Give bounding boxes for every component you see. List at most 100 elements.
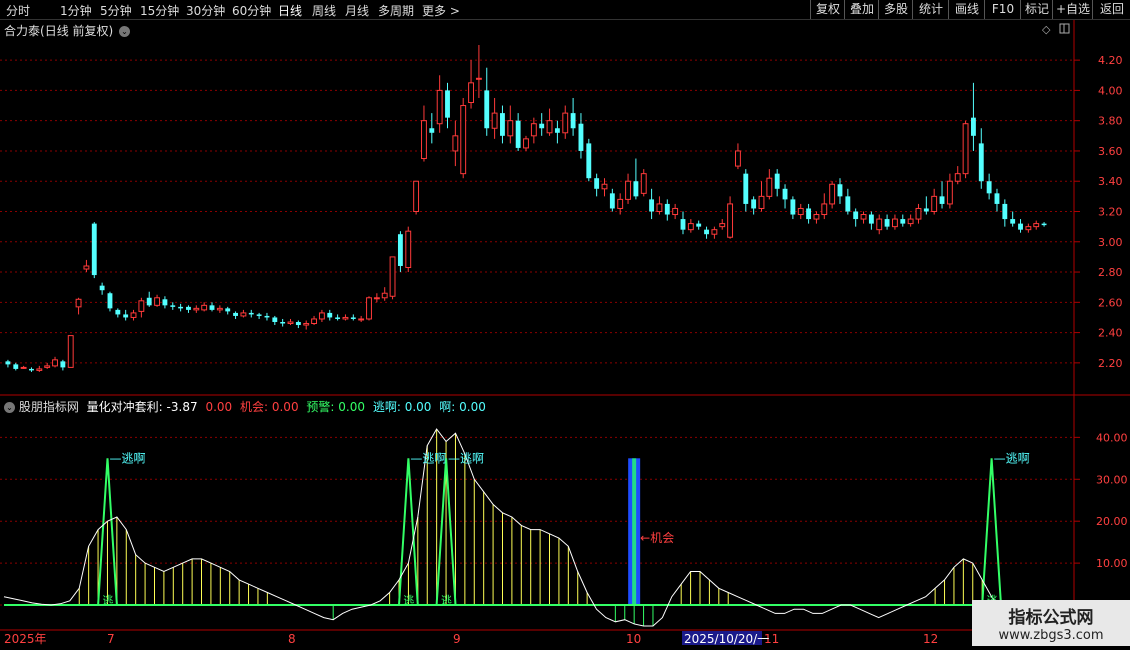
period-tab-weekly[interactable]: 周线 [312,2,336,19]
mark-button[interactable]: 标记 [1020,0,1053,19]
candle-body [201,304,208,311]
period-tab-5min[interactable]: 5分钟 [100,2,132,19]
candle-body [91,223,97,276]
escape-short-label: 逃 [403,594,414,607]
candle-body [845,196,851,212]
osc-tick-label: 10.00 [1096,557,1128,570]
candle-body [766,177,773,197]
period-tab-60min[interactable]: 60分钟 [232,2,271,19]
candle-body [460,105,467,175]
candle-body [601,183,608,190]
fuquan-button[interactable]: 复权 [810,0,845,19]
candle-body [586,143,592,179]
candle-body [115,309,121,315]
period-tab-30min[interactable]: 30分钟 [186,2,225,19]
window-icon[interactable] [1059,23,1070,34]
candle-body [907,218,914,225]
overlay-button[interactable]: 叠加 [844,0,879,19]
statistics-button[interactable]: 统计 [912,0,949,19]
candle-body [1010,219,1016,224]
period-tab-more[interactable]: 更多 > [422,2,460,19]
period-toolbar: 分时 1分钟 5分钟 15分钟 30分钟 60分钟 日线 周线 月线 多周期 更… [0,0,1130,20]
candle-body [162,299,168,306]
stock-name: 合力泰 [4,24,41,38]
draw-line-button[interactable]: 画线 [948,0,985,19]
candle-body [970,117,976,136]
candle-body [672,207,679,216]
candle-body [429,128,435,133]
warn-value: 0.00 [338,400,365,414]
candle-body [735,150,741,167]
candle-body [640,173,647,194]
candle-body [36,368,43,371]
escape-label: —逃啊 [448,451,484,465]
diamond-icon[interactable]: ◇ [1042,23,1051,36]
candle-body [170,305,176,307]
multi-stock-button[interactable]: 多股 [878,0,913,19]
candle-body [853,211,859,220]
period-tab-15min[interactable]: 15分钟 [140,2,179,19]
candle-body [475,77,482,80]
osc-tick-label: 30.00 [1096,473,1128,486]
candle-body [915,207,922,220]
chevron-down-icon[interactable]: ⌄ [119,26,131,37]
candle-body [758,195,765,209]
candle-body [711,229,718,235]
candle-body [146,297,152,306]
period-tab-multi[interactable]: 多周期 [378,2,414,19]
candle-body [233,312,238,316]
candle-body [743,173,749,204]
candle-body [900,219,906,224]
price-tick-label: 4.00 [1098,84,1123,97]
candle-body [649,199,655,212]
candle-body [452,135,459,152]
candle-body [342,316,349,320]
candle-body [67,335,74,368]
cursor-date: 2025/10/20/一 [684,632,769,646]
period-tab-monthly[interactable]: 月线 [345,2,369,19]
candle-body [719,223,726,228]
candle-body [704,229,709,235]
candle-body [829,183,836,205]
candle-body [327,312,333,318]
candle-body [860,214,867,220]
chevron-down-icon[interactable]: ⌄ [4,402,15,413]
candle-body [539,123,545,129]
indicator-value: -3.87 [166,400,198,414]
period-tab-1min[interactable]: 1分钟 [60,2,92,19]
candle-body [986,181,992,194]
candle-body [311,318,317,325]
candle-body [225,308,231,312]
candle-body [923,208,929,212]
candle-body [484,90,490,129]
chance-bar [628,458,641,606]
back-button[interactable]: 返回 [1092,0,1130,19]
chance-label: 机会: [239,400,269,414]
candle-body [594,178,600,189]
ah-label: 啊: [439,400,456,414]
candle-body [60,361,66,368]
candle-body [515,120,521,148]
period-tab-fenshi[interactable]: 分时 [6,2,30,19]
watermark: 指标公式网 www.zbgs3.com [972,600,1130,646]
add-watchlist-button[interactable]: +自选 [1052,0,1093,19]
candle-body [868,214,874,224]
candle-body [5,361,11,365]
chance-value: 0.00 [271,400,299,414]
candle-body [884,219,890,227]
candle-body [978,143,984,182]
candle-body [29,368,34,371]
candle-body [806,208,812,220]
candle-body [248,312,254,315]
candle-body [954,173,961,182]
period-tab-daily[interactable]: 日线 [278,2,302,19]
escape-label: 逃啊: [372,400,401,414]
f10-button[interactable]: F10 [984,0,1021,19]
candle-body [562,112,569,134]
watermark-title: 指标公式网 [1008,608,1094,628]
osc-tick-label: 20.00 [1096,515,1128,528]
candle-body [107,293,113,309]
month-label-8: 8 [288,632,296,646]
ah-value: 0.00 [459,400,486,414]
candle-body [178,306,184,309]
